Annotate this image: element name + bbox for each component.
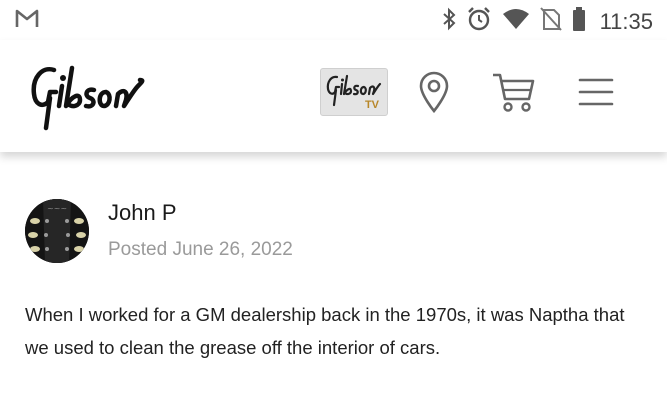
post-body: When I worked for a GM dealership back i…	[25, 304, 625, 358]
no-sim-icon	[539, 7, 562, 36]
hamburger-menu-icon	[578, 76, 614, 113]
svg-text:~~~: ~~~	[47, 204, 67, 213]
tv-badge: TV	[364, 99, 379, 111]
gibson-tv-button[interactable]: TV	[320, 68, 388, 116]
site-header: TV	[0, 40, 667, 152]
gibson-logo[interactable]	[28, 56, 148, 136]
forum-post: ~~~ John P Posted June 26, 2022 When I w…	[0, 152, 667, 400]
bluetooth-icon	[442, 7, 456, 36]
store-locator-button[interactable]	[410, 70, 458, 118]
battery-icon	[572, 7, 586, 36]
cart-icon	[491, 71, 537, 118]
avatar[interactable]: ~~~	[25, 199, 89, 263]
posted-date-value: June 26, 2022	[172, 239, 293, 260]
status-left	[14, 7, 40, 34]
gmail-icon	[14, 9, 40, 33]
status-right: 11:35	[442, 6, 653, 37]
menu-button[interactable]	[572, 70, 620, 118]
author-name[interactable]: John P	[108, 200, 177, 226]
wifi-icon	[502, 8, 530, 35]
posted-prefix: Posted	[108, 239, 168, 260]
cart-button[interactable]	[490, 70, 538, 118]
location-pin-icon	[418, 71, 450, 118]
alarm-icon	[466, 6, 492, 37]
status-time: 11:35	[599, 8, 653, 34]
headstock-avatar-image: ~~~	[25, 199, 89, 263]
post-date: Posted June 26, 2022	[108, 239, 293, 261]
status-bar: 11:35	[0, 0, 667, 40]
